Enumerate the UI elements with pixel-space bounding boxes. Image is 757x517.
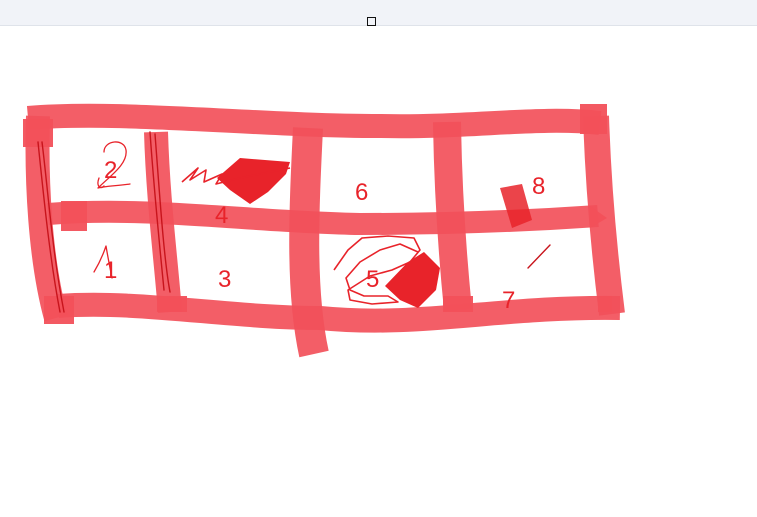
label-five: 5	[366, 266, 379, 293]
label-six: 6	[355, 179, 368, 206]
stroke-cap-top-right	[580, 104, 607, 134]
stroke-cap-mid-left	[61, 201, 87, 231]
stroke-divider-3	[289, 127, 329, 358]
window-titlebar	[0, 0, 757, 26]
maximize-icon[interactable]	[367, 17, 376, 26]
label-two: 2	[104, 157, 117, 184]
drawing-canvas[interactable]: 1 2 3 4 5 6 7 8	[0, 27, 757, 517]
label-four: 4	[215, 202, 228, 229]
label-one: 1	[104, 257, 117, 284]
label-seven: 7	[502, 287, 515, 314]
label-three: 3	[218, 266, 231, 293]
pen-line-slash	[527, 244, 551, 269]
label-eight: 8	[532, 173, 545, 200]
stroke-top-border	[26, 103, 602, 139]
drawing-surface[interactable]: 1 2 3 4 5 6 7 8	[0, 27, 757, 517]
stroke-divider-4	[433, 121, 472, 312]
stroke-cap-col4-bottom	[443, 296, 473, 312]
stroke-bottom-border	[57, 292, 621, 333]
stroke-cap-col2-bottom	[157, 296, 187, 312]
stroke-cap-right-bottom	[598, 296, 612, 312]
